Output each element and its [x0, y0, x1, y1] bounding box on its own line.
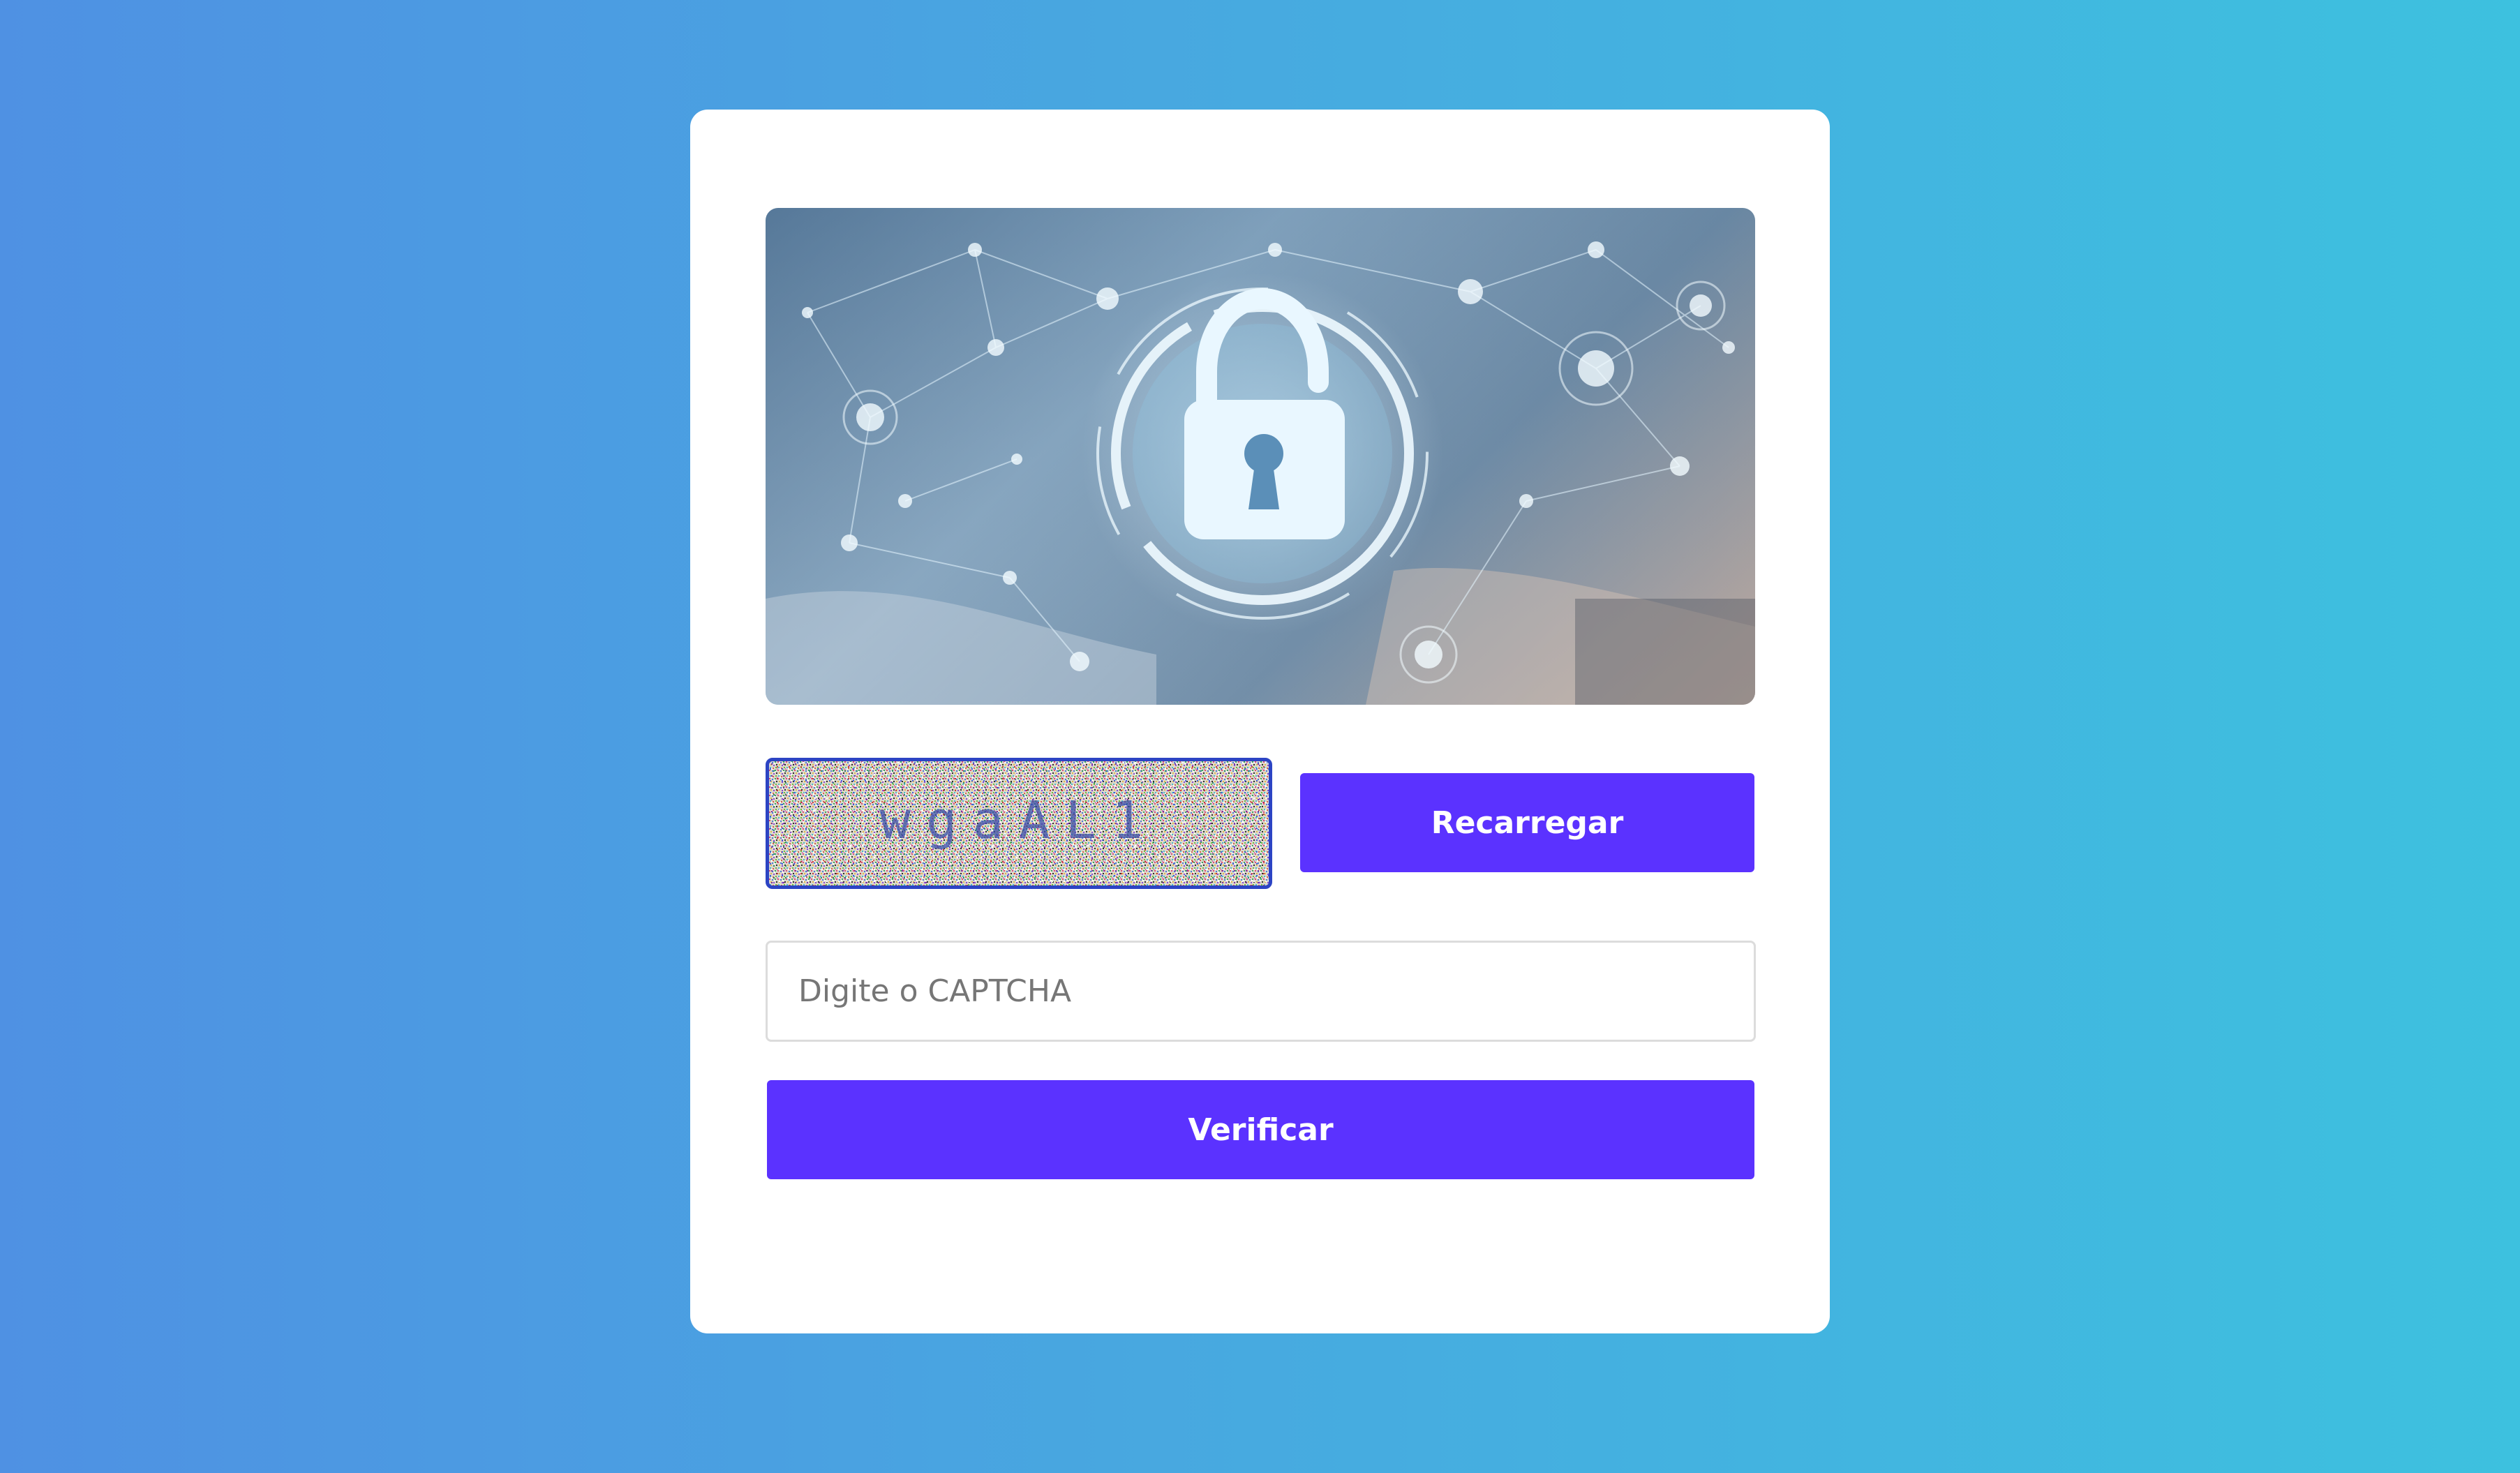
page-background: { "hero": { "icon": "unlocked-padlock-ic… [0, 0, 2520, 1473]
unlocked-padlock-icon [1184, 287, 1345, 539]
verify-button[interactable]: Verificar [767, 1080, 1754, 1179]
captcha-input[interactable] [766, 941, 1756, 1042]
captcha-text: wgaAL1 [879, 791, 1158, 851]
captcha-card: wgaAL1 Recarregar Verificar [690, 110, 1830, 1333]
captcha-noise: wgaAL1 [769, 761, 1269, 885]
reload-captcha-button[interactable]: Recarregar [1300, 773, 1754, 872]
reload-button-label: Recarregar [1431, 805, 1624, 841]
hero-image [766, 208, 1755, 705]
captcha-image: wgaAL1 [766, 758, 1272, 889]
verify-button-label: Verificar [1188, 1112, 1334, 1148]
